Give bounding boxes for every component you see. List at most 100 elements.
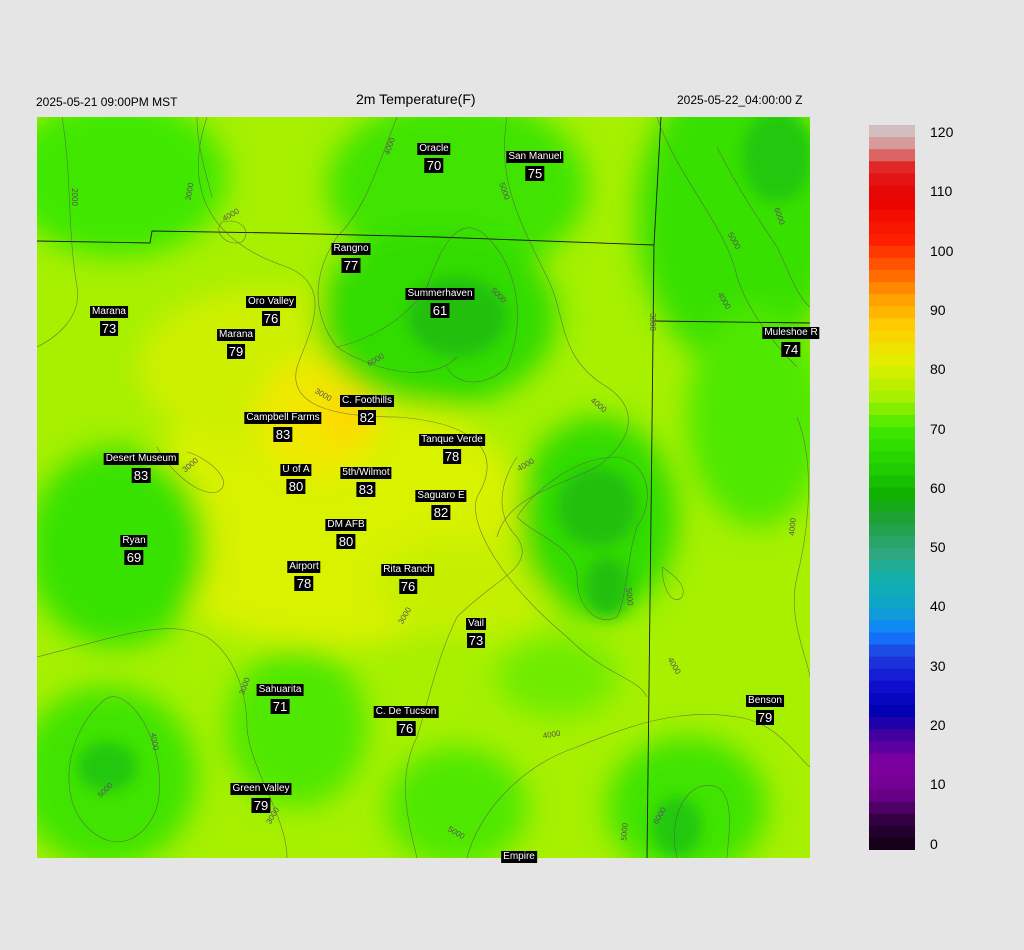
colorbar-segment <box>869 257 915 271</box>
station-name: Summerhaven <box>405 288 475 300</box>
station-temperature: 73 <box>466 633 486 648</box>
colorbar-segment <box>869 487 915 501</box>
colorbar-tick-label: 0 <box>930 835 938 852</box>
station-temperature: 82 <box>431 505 451 520</box>
station-name: Ryan <box>120 535 148 547</box>
station-marker: Vail 73 <box>466 614 486 648</box>
station-name: Empire <box>501 851 537 863</box>
colorbar-segment <box>869 608 915 622</box>
station-name: Desert Museum <box>103 453 179 465</box>
colorbar-segment <box>869 765 915 779</box>
colorbar-segment <box>869 415 915 428</box>
station-temperature: 83 <box>131 468 151 483</box>
station-name: Campbell Farms <box>244 412 322 424</box>
station-name: Sahuarita <box>256 684 304 696</box>
station-marker: Ryan 69 <box>120 531 148 565</box>
station-marker: Marana 79 <box>217 325 255 359</box>
colorbar-segment <box>869 233 915 247</box>
station-marker: C. De Tucson 76 <box>373 702 439 736</box>
contour-label: 5000 <box>619 822 630 841</box>
station-marker: San Manuel 75 <box>506 147 564 181</box>
station-name: Saguaro E <box>415 490 467 502</box>
station-name: Marana <box>90 306 128 318</box>
station-marker: Oro Valley 76 <box>246 292 296 326</box>
map-title: 2m Temperature(F) <box>356 91 476 107</box>
valid-time-utc: 2025-05-22_04:00:00 Z <box>677 93 803 107</box>
colorbar-tick-label: 60 <box>930 479 946 496</box>
contour-label: 3000 <box>648 313 657 331</box>
colorbar-segment <box>869 825 915 839</box>
station-marker: C. Foothills 82 <box>339 391 395 425</box>
station-temperature: 78 <box>442 449 462 464</box>
station-name: U of A <box>280 464 312 476</box>
station-marker: Sahuarita 71 <box>256 680 304 714</box>
contour-label: 4000 <box>787 517 798 536</box>
valid-time-local: 2025-05-21 09:00PM MST <box>36 95 178 109</box>
colorbar-segment <box>869 209 915 223</box>
station-marker: Saguaro E 82 <box>415 486 467 520</box>
colorbar-segment <box>869 282 915 295</box>
station-marker: DM AFB 80 <box>325 515 367 549</box>
colorbar-tick-label: 110 <box>930 183 953 200</box>
colorbar-segment <box>869 318 915 332</box>
station-name: Rita Ranch <box>381 564 435 576</box>
colorbar-tick-label: 70 <box>930 420 946 437</box>
colorbar-segment <box>869 837 915 850</box>
colorbar-segment <box>869 270 915 283</box>
colorbar-tick-label: 20 <box>930 717 946 733</box>
colorbar-segment <box>869 451 915 464</box>
colorbar-segment <box>869 523 915 537</box>
colorbar-segment <box>869 632 915 646</box>
colorbar-tick-label: 40 <box>930 598 946 615</box>
colorbar-segment <box>869 475 915 489</box>
station-marker: Summerhaven 61 <box>405 284 475 318</box>
station-name: 5th/Wilmot <box>340 467 392 479</box>
colorbar-segment <box>869 777 915 791</box>
colorbar-tick-label: 100 <box>930 242 954 259</box>
colorbar-segment <box>869 729 915 742</box>
colorbar-segment <box>869 342 915 356</box>
colorbar-segment <box>869 692 915 706</box>
station-marker: Rita Ranch 76 <box>381 560 435 594</box>
station-temperature: 71 <box>270 699 290 714</box>
colorbar-segment <box>869 161 915 174</box>
colorbar-segment <box>869 330 915 344</box>
station-temperature: 74 <box>781 342 801 357</box>
station-temperature: 76 <box>398 579 418 594</box>
colorbar-segment <box>869 125 915 138</box>
colorbar-segment <box>869 149 915 162</box>
colorbar-segment <box>869 366 915 380</box>
colorbar-segment <box>869 197 915 211</box>
station-temperature: 80 <box>336 534 356 549</box>
colorbar-segment <box>869 644 915 658</box>
station-marker: Campbell Farms 83 <box>244 408 322 442</box>
colorbar-segment <box>869 294 915 307</box>
contour-label: 2000 <box>70 188 79 206</box>
station-temperature: 78 <box>294 576 314 591</box>
station-temperature: 79 <box>226 344 246 359</box>
station-temperature: 83 <box>273 427 293 442</box>
station-temperature: 79 <box>755 710 775 725</box>
station-marker: Tanque Verde 78 <box>419 430 485 464</box>
colorbar-tick-label: 30 <box>930 657 946 674</box>
colorbar-tick-label: 80 <box>930 361 946 378</box>
colorbar-segment <box>869 572 915 585</box>
colorbar-segment <box>869 427 915 440</box>
contour-label: 5000 <box>624 588 635 607</box>
station-name: Oro Valley <box>246 296 296 308</box>
station-temperature: 80 <box>286 479 306 494</box>
station-name: C. De Tucson <box>373 706 439 718</box>
colorbar-segment <box>869 584 915 597</box>
colorbar-segment <box>869 137 915 150</box>
colorbar-segment <box>869 668 915 682</box>
colorbar-tick-label: 50 <box>930 539 946 556</box>
station-temperature: 76 <box>396 721 416 736</box>
colorbar-segment <box>869 535 915 549</box>
station-marker: U of A 80 <box>280 460 312 494</box>
colorbar-segment <box>869 173 915 187</box>
colorbar-segment <box>869 245 915 259</box>
colorbar-segment <box>869 354 915 368</box>
station-marker: Green Valley 79 <box>230 779 292 813</box>
colorbar-segment <box>869 801 915 815</box>
colorbar-segment <box>869 306 915 319</box>
